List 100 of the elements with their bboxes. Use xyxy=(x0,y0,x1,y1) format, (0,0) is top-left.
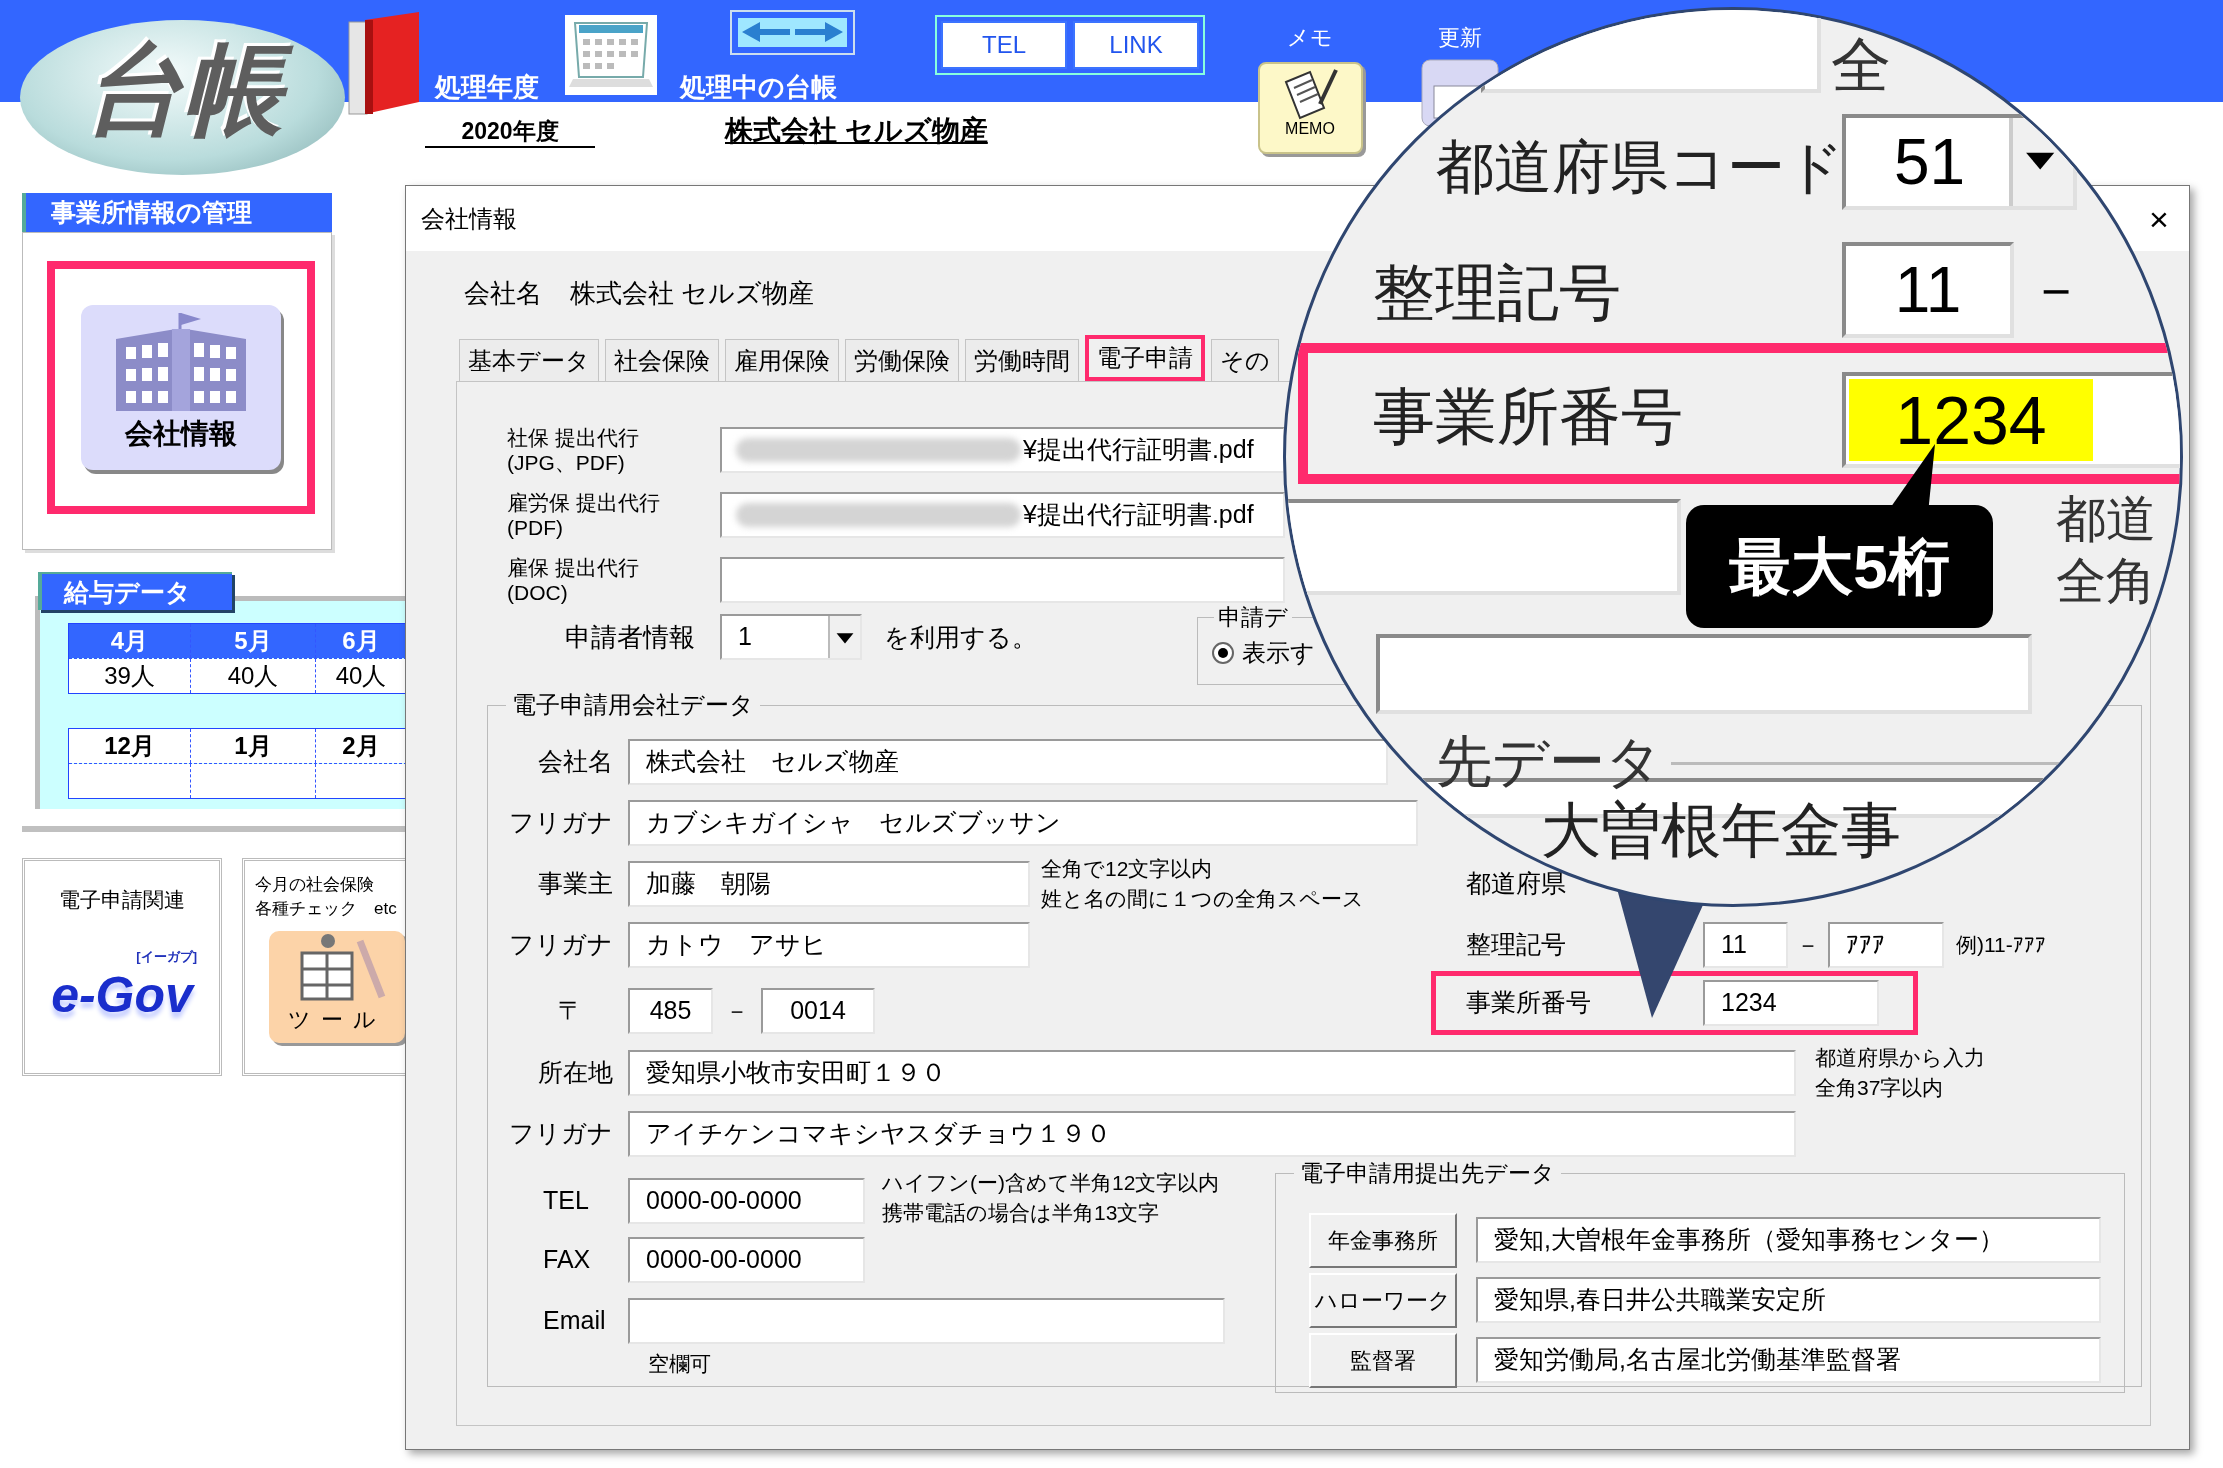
month-header: 2月 xyxy=(316,729,405,763)
input-field[interactable]: 1234 xyxy=(1842,372,2180,468)
table-cell: 40人 xyxy=(316,659,405,693)
logo: 台帳 xyxy=(20,20,345,175)
input-field[interactable]: 0000-00-0000 xyxy=(628,1178,865,1224)
field-label: 事業所番号 xyxy=(1466,987,1592,1019)
header-button[interactable]: LINK xyxy=(1073,21,1199,69)
tool-icon: ツール xyxy=(269,931,405,1043)
field-label: 申請者情報 xyxy=(564,621,696,654)
office-button[interactable]: 監督署 xyxy=(1309,1332,1457,1388)
field-label: フリガナ xyxy=(508,1118,613,1150)
egov-tile[interactable]: 電子申請関連 [イーガブ] e-Gov xyxy=(22,858,222,1076)
group-title: 申請デ xyxy=(1217,603,1289,632)
radio-label: 表示す xyxy=(1242,637,1315,668)
update-label: 更新 xyxy=(1438,24,1482,52)
month-header: 4月 xyxy=(69,624,191,658)
tab[interactable]: 労働時間 xyxy=(965,339,1079,381)
input-field[interactable]: ¥提出代行証明書.pdf xyxy=(720,426,1285,473)
input-field[interactable]: 0014 xyxy=(761,988,875,1034)
tab[interactable]: 社会保険 xyxy=(605,339,719,381)
zoomed-note: 都道 全角 xyxy=(2056,490,2156,611)
company-label: 会社名 xyxy=(464,276,542,310)
dropdown[interactable]: 51 xyxy=(1842,114,2077,210)
input-field[interactable]: 485 xyxy=(628,988,713,1034)
egov-logo: e-Gov xyxy=(51,966,193,1023)
month-header: 5月 xyxy=(191,624,316,658)
ledger-label: 処理中の台帳 xyxy=(680,71,838,104)
tab[interactable]: 基本データ xyxy=(459,339,599,381)
input-field[interactable]: 愛知県,春日井公共職業安定所 xyxy=(1476,1277,2101,1323)
input-field[interactable]: カトウ アサヒ xyxy=(628,922,1030,968)
input-field[interactable]: 株式会社 セルズ物産 xyxy=(628,739,1388,785)
callout: 最大5桁 xyxy=(1686,505,1993,628)
table-cell: 39人 xyxy=(69,659,191,693)
separator: － xyxy=(1796,930,1820,960)
panel-title: 給与データ xyxy=(38,572,232,610)
field-label: 事業主 xyxy=(537,868,613,900)
input-field[interactable]: 11 xyxy=(1842,242,2014,338)
input-field[interactable]: 0000-00-0000 xyxy=(628,1237,865,1283)
field-label: TEL xyxy=(542,1185,590,1217)
ledger-value: 株式会社 セルズ物産 xyxy=(725,114,988,148)
panel-title: 事業所情報の管理 xyxy=(22,193,332,232)
month-header: 12月 xyxy=(69,729,191,763)
office-button[interactable]: 年金事務所 xyxy=(1309,1212,1457,1268)
input-field[interactable]: ¥提出代行証明書.pdf xyxy=(720,491,1285,538)
table-cell: 40人 xyxy=(191,659,316,693)
field-label: を利用する。 xyxy=(884,622,1038,653)
year-value: 2020年度 xyxy=(425,116,595,148)
month-header: 1月 xyxy=(191,729,316,763)
tab[interactable]: 労働保険 xyxy=(845,339,959,381)
field-label: フリガナ xyxy=(508,807,613,839)
group-title: 電子申請用会社データ xyxy=(511,690,755,720)
field-note: 例)11-ｱｱｱ xyxy=(1956,932,2046,959)
separator: － xyxy=(725,996,749,1026)
group-title: 電子申請用提出先データ xyxy=(1299,1159,1556,1188)
tab[interactable]: 雇用保険 xyxy=(725,339,839,381)
field-label: FAX xyxy=(542,1244,592,1276)
field-note: 都道府県から入力 全角37字以内 xyxy=(1815,1045,1985,1101)
field-label: 〒 xyxy=(557,995,584,1027)
company-name: 株式会社 セルズ物産 xyxy=(570,276,815,310)
input-field[interactable]: アイチケンコマキシヤスダチョウ１９０ xyxy=(628,1111,1796,1157)
zoomed-group-title: 先データ xyxy=(1436,732,1662,792)
input-field[interactable]: 愛知,大曽根年金事務所（愛知事務センター） xyxy=(1476,1217,2101,1263)
separator: － xyxy=(2028,256,2084,322)
caret-icon xyxy=(828,616,860,658)
memo-label: メモ xyxy=(1287,24,1333,52)
calendar-icon[interactable] xyxy=(565,15,657,95)
field-label: 雇労保 提出代行 (PDF) xyxy=(507,489,661,540)
field-note: ハイフン(ー)含めて半角12文字以内 携帯電話の場合は半角13文字 xyxy=(882,1170,1220,1226)
field-label: Email xyxy=(542,1305,607,1337)
field-label: 整理記号 xyxy=(1466,929,1567,961)
field-note: 全角で12文字以内 姓と名の間に１つの全角スペース xyxy=(1041,856,1364,912)
input-field[interactable]: 加藤 朝陽 xyxy=(628,861,1030,907)
memo-button[interactable]: MEMO xyxy=(1257,62,1363,154)
input-field[interactable]: 愛知労働局,名古屋北労働基準監督署 xyxy=(1476,1337,2101,1383)
field-label: 所在地 xyxy=(537,1057,613,1089)
selection-highlight: 1234 xyxy=(1849,379,2093,461)
office-button[interactable]: ハローワーク xyxy=(1309,1272,1457,1328)
year-label: 処理年度 xyxy=(435,71,539,104)
field-label: フリガナ xyxy=(508,929,613,961)
tab[interactable]: その xyxy=(1211,339,1279,381)
month-header: 6月 xyxy=(316,624,405,658)
header-button[interactable]: TEL xyxy=(941,21,1067,69)
zoomed-text: 大曽根年金事 xyxy=(1541,800,1901,862)
field-label: 雇保 提出代行 (DOC) xyxy=(507,554,640,605)
arrows-icon[interactable] xyxy=(730,10,855,55)
input-field[interactable]: 愛知県小牧市安田町１９０ xyxy=(628,1050,1796,1096)
input-field[interactable]: 11 xyxy=(1703,922,1788,968)
field-note: 空欄可 xyxy=(648,1351,712,1377)
dropdown[interactable]: 1 xyxy=(720,614,862,660)
input-field[interactable]: 1234 xyxy=(1703,980,1879,1026)
input-field[interactable]: ｱｱｱ xyxy=(1828,922,1944,968)
zoomed-label: 整理記号 xyxy=(1373,258,1621,328)
radio-button[interactable] xyxy=(1212,641,1234,664)
tile-text: 各種チェック etc xyxy=(255,898,398,920)
field-label: 会社名 xyxy=(537,746,613,778)
zoomed-label: 都道府県コード xyxy=(1436,134,1844,200)
tab[interactable]: 電子申請 xyxy=(1085,335,1205,381)
input-field[interactable]: カブシキガイシャ セルズブッサン xyxy=(628,800,1418,846)
zoomed-text: 全 xyxy=(1831,34,1891,98)
close-button[interactable]: × xyxy=(2139,198,2179,239)
